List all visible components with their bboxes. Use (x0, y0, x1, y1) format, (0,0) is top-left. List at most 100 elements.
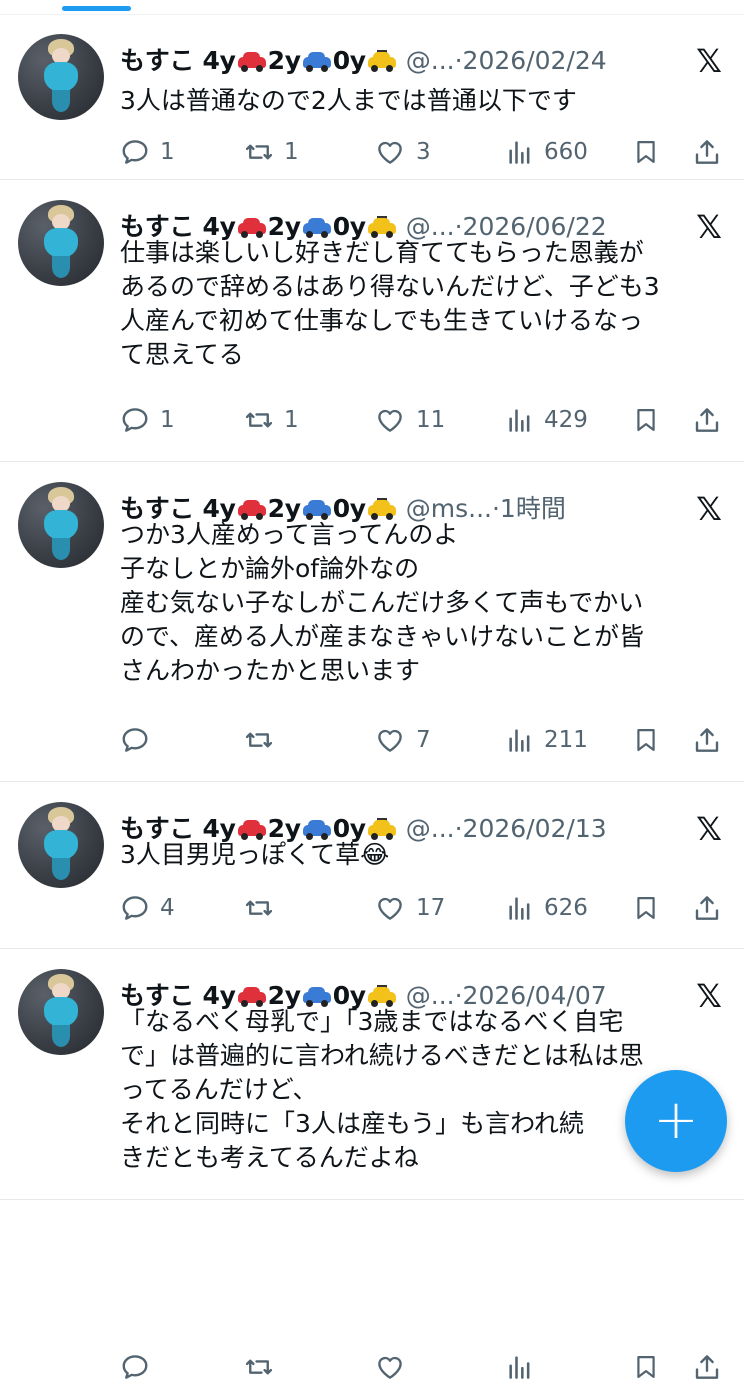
avatar[interactable] (18, 34, 104, 120)
reply-count: 1 (160, 138, 175, 165)
reply-icon (120, 1353, 150, 1379)
tweet-actions: 1 1 3 660 (120, 134, 730, 168)
views-button[interactable] (506, 1349, 544, 1383)
reply-icon (120, 894, 150, 920)
red-car-emoji (237, 216, 267, 238)
blue-car-emoji (302, 498, 332, 520)
tweet-text: 3人目男児っぽくて草😂 (120, 840, 390, 869)
retweet-button[interactable]: 1 (244, 402, 299, 436)
views-button[interactable]: 429 (506, 402, 588, 436)
view-count: 429 (544, 406, 588, 433)
tweet-item[interactable]: もすこ 4y 2y 0y @...·2026/04/07 𝕏 「なるべく母乳で」「3歳ま… (0, 949, 744, 1379)
bookmark-button[interactable] (632, 1349, 660, 1383)
tweet-actions: 7 211 (120, 722, 730, 756)
share-icon (692, 894, 722, 920)
blue-car-emoji (302, 216, 332, 238)
bar-chart-icon (506, 1353, 534, 1379)
like-button[interactable]: 17 (374, 890, 445, 924)
retweet-icon (244, 406, 274, 432)
blue-car-emoji (302, 818, 332, 840)
views-button[interactable]: 660 (506, 134, 588, 168)
tweet-item[interactable]: もすこ 4y 2y 0y @...·2026/02/13 𝕏 3人目男児っぽくて草😂 4 1… (0, 782, 744, 949)
tweet-item[interactable]: もすこ 4y 2y 0y @ms...·1時間 𝕏 つか3人産めって言ってんのよ 子なし… (0, 462, 744, 782)
tweet-item[interactable]: もすこ 4y 2y 0y @...·2026/06/22 𝕏 仕事は楽しいし好きだし育て… (0, 180, 744, 462)
red-car-emoji (237, 985, 267, 1007)
tweet-header: もすこ 4y 2y 0y @...·2026/02/24 (120, 44, 607, 78)
tweet-actions: 4 17 626 (120, 890, 730, 924)
taxi-car-emoji (367, 216, 397, 238)
compose-button[interactable]: + (625, 1070, 727, 1172)
retweet-button[interactable] (244, 890, 284, 924)
avatar[interactable] (18, 200, 104, 286)
share-icon (692, 138, 722, 164)
reply-button[interactable]: 1 (120, 134, 175, 168)
reply-button[interactable] (120, 1349, 160, 1383)
avatar[interactable] (18, 482, 104, 568)
share-icon (692, 406, 722, 432)
blue-car-emoji (302, 985, 332, 1007)
bar-chart-icon (506, 894, 534, 920)
active-tab-indicator (62, 6, 131, 11)
bookmark-icon (632, 406, 660, 432)
avatar[interactable] (18, 802, 104, 888)
x-logo-icon: 𝕏 (696, 42, 722, 80)
red-car-emoji (237, 50, 267, 72)
author-handle[interactable]: @... (406, 46, 455, 75)
reply-button[interactable]: 1 (120, 402, 175, 436)
separator-dot: · (454, 46, 463, 75)
avatar[interactable] (18, 969, 104, 1055)
blue-car-emoji (302, 50, 332, 72)
bookmark-button[interactable] (632, 890, 660, 924)
author-name[interactable]: もすこ 4y 2y 0y (120, 46, 398, 75)
reply-button[interactable] (120, 722, 160, 756)
share-button[interactable] (692, 890, 722, 924)
heart-icon (374, 138, 406, 164)
view-count: 660 (544, 138, 588, 165)
bookmark-button[interactable] (632, 134, 660, 168)
taxi-car-emoji (367, 818, 397, 840)
reply-icon (120, 726, 150, 752)
heart-icon (374, 406, 406, 432)
reply-button[interactable]: 4 (120, 890, 175, 924)
taxi-car-emoji (367, 498, 397, 520)
like-button[interactable]: 7 (374, 722, 431, 756)
view-count: 626 (544, 894, 588, 921)
taxi-car-emoji (367, 50, 397, 72)
like-count: 7 (416, 726, 431, 753)
heart-icon (374, 894, 406, 920)
view-count: 211 (544, 726, 588, 753)
top-tab-bar (0, 0, 744, 15)
tweet-text: 「なるべく母乳で」「3歳まではなるべく自宅 で」は普遍的に言われ続けるべきだとは… (120, 1007, 644, 1172)
share-button[interactable] (692, 1349, 722, 1383)
retweet-button[interactable]: 1 (244, 134, 299, 168)
share-button[interactable] (692, 722, 722, 756)
like-button[interactable] (374, 1349, 416, 1383)
bookmark-button[interactable] (632, 722, 660, 756)
reply-count: 1 (160, 406, 175, 433)
retweet-button[interactable] (244, 722, 284, 756)
taxi-car-emoji (367, 985, 397, 1007)
like-button[interactable]: 3 (374, 134, 431, 168)
retweet-icon (244, 138, 274, 164)
tweet-actions (120, 1349, 730, 1383)
bar-chart-icon (506, 726, 534, 752)
like-button[interactable]: 11 (374, 402, 445, 436)
tweet-text: 仕事は楽しいし好きだし育ててもらった恩義が あるので辞めるはあり得ないんだけど、… (120, 238, 660, 369)
bookmark-button[interactable] (632, 402, 660, 436)
share-button[interactable] (692, 134, 722, 168)
reply-count: 4 (160, 894, 175, 921)
bar-chart-icon (506, 406, 534, 432)
views-button[interactable]: 626 (506, 890, 588, 924)
tweet-item[interactable]: もすこ 4y 2y 0y @...·2026/02/24 𝕏 3人は普通なので2人までは… (0, 14, 744, 180)
reply-icon (120, 138, 150, 164)
share-button[interactable] (692, 402, 722, 436)
reply-icon (120, 406, 150, 432)
tweet-date[interactable]: 2026/02/24 (463, 46, 607, 75)
retweet-button[interactable] (244, 1349, 284, 1383)
red-car-emoji (237, 818, 267, 840)
red-car-emoji (237, 498, 267, 520)
like-count: 3 (416, 138, 431, 165)
tweet-actions: 1 1 11 429 (120, 402, 730, 436)
views-button[interactable]: 211 (506, 722, 588, 756)
retweet-icon (244, 726, 274, 752)
